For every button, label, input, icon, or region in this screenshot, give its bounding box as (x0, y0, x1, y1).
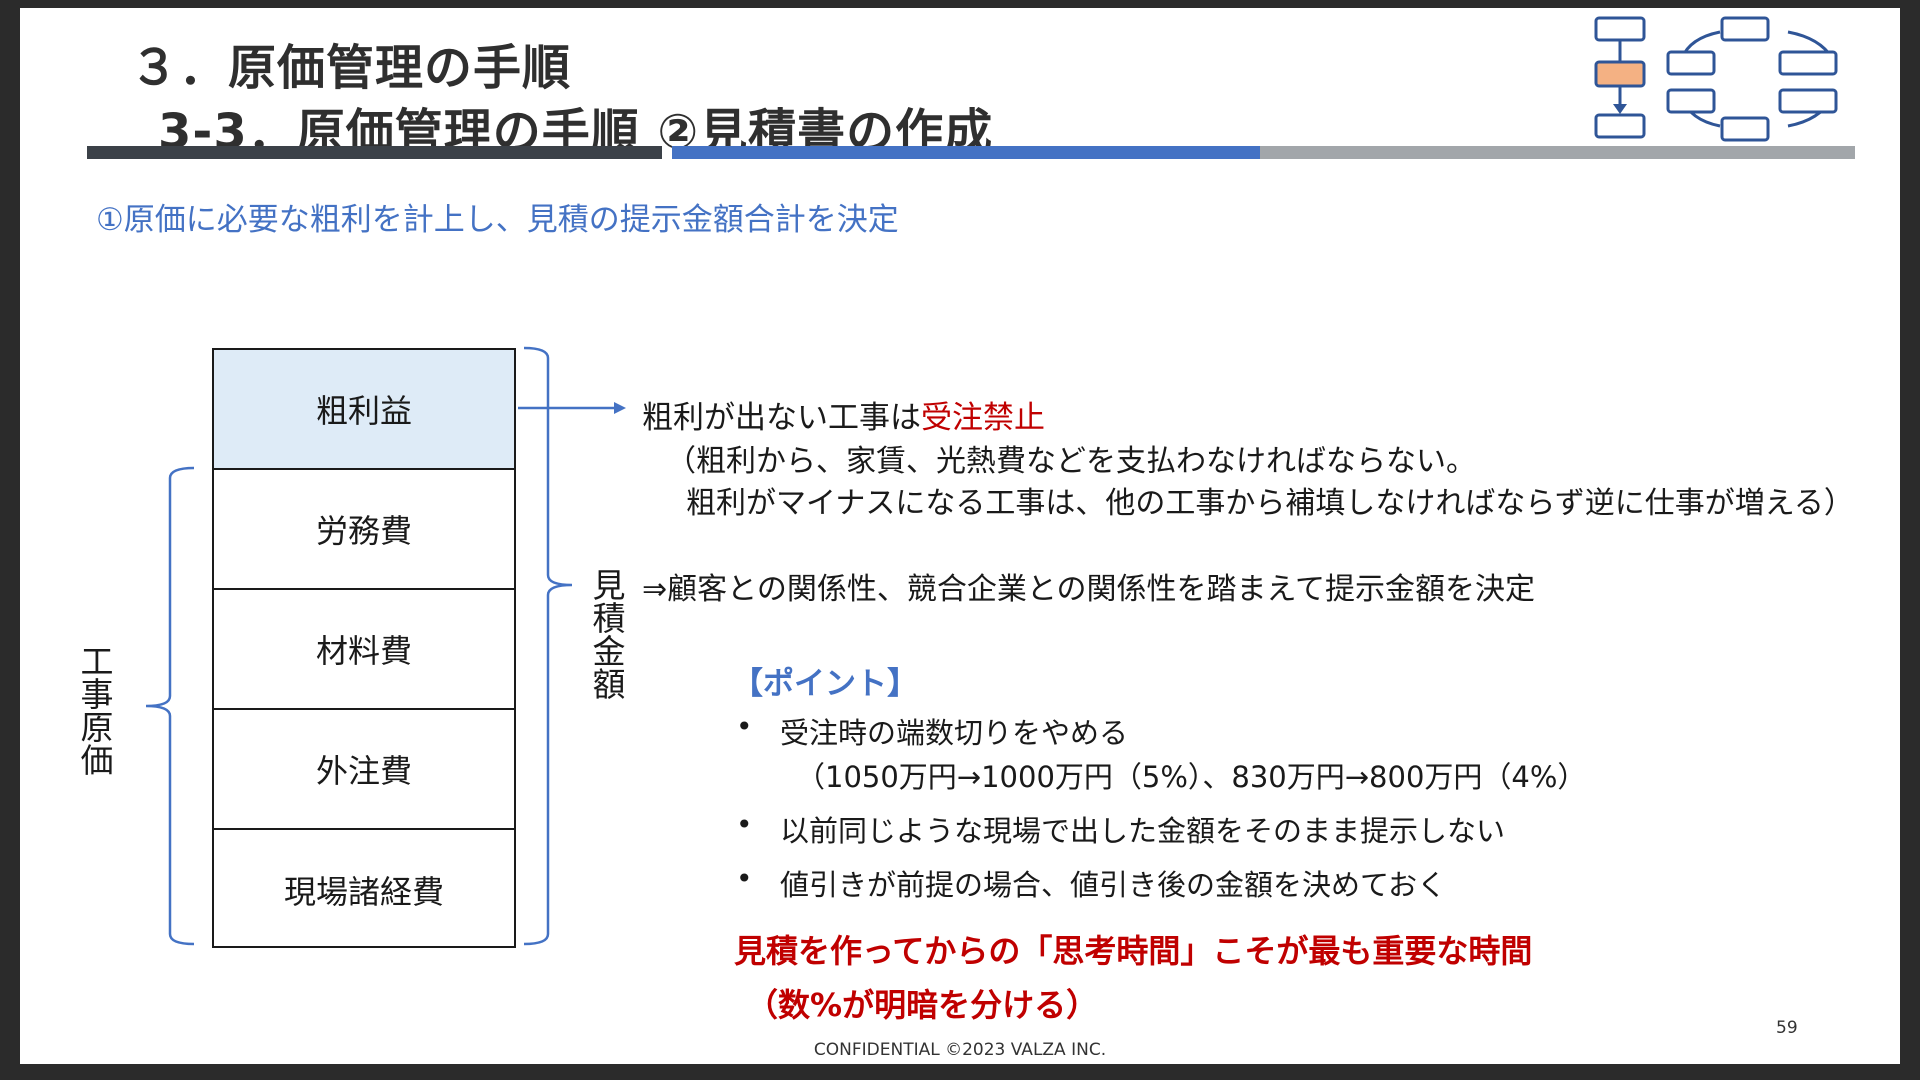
estimate-amount-label: 見積金額 (587, 568, 626, 700)
points-heading: 【ポイント】 (732, 666, 918, 702)
page-number: 59 (1776, 1018, 1798, 1038)
explanation-line-3: 粗利がマイナスになる工事は、他の工事から補填しなければならず逆に仕事が増える） (686, 486, 1854, 521)
arrow-head-icon (614, 402, 626, 414)
confidential-footer: CONFIDENTIAL ©2023 VALZA INC. (813, 1040, 1107, 1060)
conclusion-line-2: （数%が明暗を分ける） (746, 986, 1099, 1024)
conclusion-line-1: 見積を作ってからの「思考時間」こそが最も重要な時間 (734, 932, 1533, 970)
point-bullet-3: • (736, 862, 753, 895)
order-prohibited-emphasis: 受注禁止 (921, 400, 1045, 436)
construction-cost-label: 工事原価 (75, 644, 114, 776)
point-bullet-1: • (736, 710, 753, 743)
explanation-line-2: （粗利から、家賃、光熱費などを支払わなければならない。 (666, 444, 1476, 479)
point-item-2: 以前同じような現場で出した金額をそのまま提示しない (780, 814, 1506, 848)
explanation-line-1-text: 粗利が出ない工事は (642, 400, 921, 436)
explanation-line-4: ⇒顧客との関係性、競合企業との関係性を踏まえて提示金額を決定 (642, 572, 1536, 607)
brace-graphics (145, 346, 626, 946)
point-item-3: 値引きが前提の場合、値引き後の金額を決めておく (780, 868, 1447, 902)
explanation-line-1: 粗利が出ない工事は受注禁止 (642, 392, 1045, 437)
point-item-1-detail: （1050万円→1000万円（5%）、830万円→800万円（4%） (796, 760, 1587, 794)
construction-cost-brace (145, 466, 195, 946)
point-bullet-2: • (736, 808, 753, 841)
point-item-1: 受注時の端数切りをやめる (780, 716, 1129, 750)
estimate-amount-brace (523, 346, 573, 946)
slide: ３．原価管理の手順 3-3．原価管理の手順 ②見積書の作成 ①原価に必要な粗利を… (20, 8, 1900, 1064)
